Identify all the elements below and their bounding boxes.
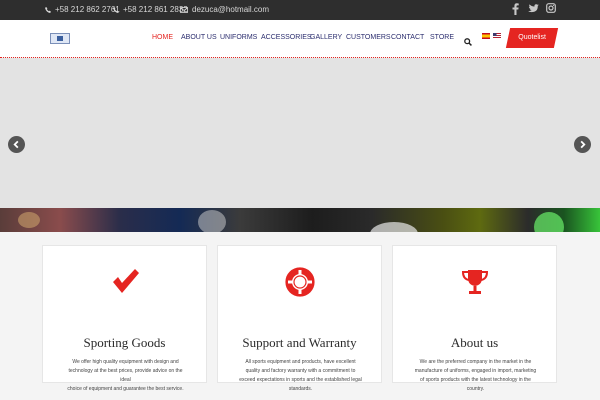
feature-line: All sports equipment and products, have … [245,359,356,365]
nav-customers[interactable]: CUSTOMERS [346,34,391,41]
twitter-link[interactable] [528,4,539,13]
instagram-icon [546,3,556,13]
quotelist-button[interactable]: Quotelist [505,28,559,48]
banner-ball [370,222,418,232]
instagram-link[interactable] [546,3,556,13]
slider-prev-button[interactable] [8,136,25,153]
nav-uniforms[interactable]: UNIFORMS [220,34,257,41]
nav-home[interactable]: HOME [152,34,173,41]
logo-emblem [57,36,63,41]
feature-line: manufacture of uniforms, engaged in impo… [414,368,537,374]
hero-slider [0,58,600,208]
phone-icon [113,6,119,13]
trophy-icon [461,270,488,294]
email-contact[interactable]: dezuca@hotmail.com [180,5,269,14]
feature-line: country. [466,386,485,392]
feature-line: choice of equipment and guarantee the be… [67,386,184,392]
feature-line: standards. [288,386,313,392]
facebook-icon [512,3,519,15]
top-contact-bar: +58 212 862 2761 +58 212 861 2832 dezuca… [0,0,600,20]
slider-next-button[interactable] [574,136,591,153]
feature-title: Support and Warranty [242,335,357,350]
feature-line: We are the preferred company in the mark… [419,359,532,365]
email-text: dezuca@hotmail.com [192,5,270,14]
feature-description: We offer high quality equipment with des… [63,358,188,394]
banner-glow [534,212,564,232]
site-logo[interactable] [50,33,70,44]
chevron-right-icon [580,140,586,149]
english-flag-icon[interactable] [493,33,501,39]
phone-2-text: +58 212 861 2832 [123,5,188,14]
banner-light [18,212,40,228]
nav-gallery[interactable]: GALLERY [310,34,342,41]
checkmark-icon [112,269,139,293]
search-icon [464,38,472,46]
facebook-link[interactable] [512,3,519,15]
phone-1-text: +58 212 862 2761 [55,5,120,14]
lifebuoy-icon [284,267,315,297]
chevron-left-icon [13,140,19,149]
site-header: HOME ABOUT US UNIFORMS ACCESSORIES GALLE… [0,20,600,57]
nav-contact[interactable]: CONTACT [391,34,424,41]
feature-line: exceed expectations in sports and the es… [239,377,362,383]
feature-card-sporting-goods: Sporting Goods We offer high quality equ… [42,245,207,392]
feature-icon-wrap [393,267,556,297]
feature-icon-wrap [43,267,206,297]
nav-store[interactable]: STORE [430,34,454,41]
nav-about-us[interactable]: ABOUT US [181,34,217,41]
feature-description: All sports equipment and products, have … [238,358,363,394]
phone-contact-2[interactable]: +58 212 861 2832 [113,5,188,14]
photo-banner [0,208,600,232]
feature-line: technology at the best prices, provide a… [68,368,183,383]
feature-line: quality and factory warranty with a comm… [245,368,356,374]
feature-line: of sports products with the latest techn… [420,377,531,383]
search-button[interactable] [464,33,472,51]
banner-figure [198,210,226,232]
feature-icon-wrap [218,267,381,297]
spanish-flag-icon[interactable] [482,33,490,39]
feature-card-about-us: About us We are the preferred company in… [392,245,557,392]
nav-accessories[interactable]: ACCESSORIES [261,34,312,41]
phone-contact-1[interactable]: +58 212 862 2761 [45,5,120,14]
feature-card-support-warranty: Support and Warranty All sports equipmen… [217,245,382,392]
feature-description: We are the preferred company in the mark… [413,358,538,394]
quotelist-label: Quotelist [518,34,546,41]
features-section: Sporting Goods We offer high quality equ… [0,232,600,400]
envelope-icon [180,6,188,13]
twitter-icon [528,4,539,13]
phone-icon [45,6,51,13]
feature-title: Sporting Goods [83,335,166,350]
feature-line: We offer high quality equipment with des… [72,359,179,365]
feature-title: About us [450,335,499,350]
